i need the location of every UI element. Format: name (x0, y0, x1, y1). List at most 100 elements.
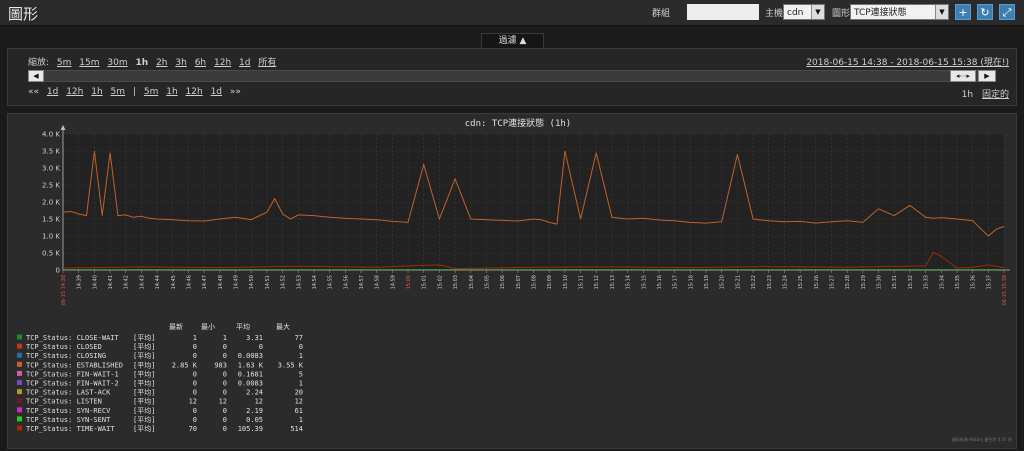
legend-swatch (17, 352, 22, 358)
legend-swatch (17, 407, 22, 413)
legend-function: [平均] (133, 360, 155, 369)
legend-series-name: TCP_Status: LAST-ACK (26, 389, 111, 397)
y-tick-label: 3.0 K (42, 165, 60, 173)
x-tick-label: 15:10 (563, 275, 569, 289)
x-tick-label: 15:11 (579, 275, 585, 289)
legend-series-name: TCP_Status: TIME-WAIT (26, 425, 115, 433)
x-tick-label: 15:27 (829, 275, 835, 289)
x-tick-label: 14:55 (328, 275, 334, 289)
x-tick-label: 15:17 (673, 275, 679, 289)
x-tick-label: 14:39 (77, 275, 83, 289)
legend-value-avg: 2.24 (246, 389, 263, 397)
legend-function: [平均] (133, 333, 155, 342)
y-axis-arrow (60, 125, 66, 130)
x-tick-label: 15:05 (484, 275, 490, 289)
x-tick-label: 15:20 (720, 275, 726, 289)
legend-value-last: 0 (193, 352, 197, 360)
x-tick-label: 15:18 (688, 275, 694, 289)
chart-legend: 最新 最小 平均 最大 TCP_Status: CLOSE-WAIT [平均] 1 1 3.31… (17, 322, 304, 433)
x-tick-label: 15:08 (532, 275, 538, 289)
legend-value-last: 70 (189, 425, 197, 433)
legend-value-avg: 12 (255, 398, 263, 406)
legend-function: [平均] (133, 379, 155, 388)
legend-swatch (17, 370, 22, 376)
legend-value-avg: 0.0083 (238, 380, 263, 388)
legend-function: [平均] (133, 406, 155, 415)
y-tick-label: 4.0 K (42, 131, 60, 139)
legend-function: [平均] (133, 369, 155, 378)
legend-value-max: 0 (299, 343, 303, 351)
legend-value-max: 1 (299, 416, 303, 424)
legend-series-name: TCP_Status: ESTABLISHED (26, 361, 123, 369)
x-tick-label: 14:52 (281, 275, 287, 289)
legend-swatch (17, 425, 22, 431)
legend-swatch (17, 398, 22, 404)
x-tick-label: 14:54 (312, 275, 318, 289)
legend-value-last: 0 (193, 416, 197, 424)
x-tick-label: 15:25 (798, 275, 804, 289)
x-tick-label: 14:58 (375, 275, 381, 289)
x-tick-label: 14:46 (186, 275, 192, 289)
legend-value-min: 0 (223, 425, 227, 433)
legend-series-name: TCP_Status: FIN-WAIT-2 (26, 380, 119, 388)
legend-value-max: 20 (295, 389, 303, 397)
x-tick-label: 15:06 (500, 275, 506, 289)
legend-swatch (17, 343, 22, 349)
legend-function: [平均] (133, 351, 155, 360)
legend-value-min: 0 (223, 416, 227, 424)
x-tick-label: 15:03 (453, 275, 459, 289)
legend-value-max: 1 (299, 352, 303, 360)
x-tick-label: 15:14 (626, 275, 632, 289)
legend-value-last: 2.85 K (172, 361, 198, 369)
x-tick-label: 15:13 (610, 275, 616, 289)
legend-swatch (17, 416, 22, 422)
x-tick-label: 15:29 (861, 275, 867, 289)
chart-title: cdn: TCP連接狀態 (1h) (465, 117, 571, 129)
x-tick-label: 15:34 (939, 275, 945, 289)
legend-series-name: TCP_Status: CLOSE-WAIT (26, 334, 120, 342)
legend-value-last: 0 (193, 407, 197, 415)
chart-footer: 資料來源 History 產生於 0.47 秒 (952, 436, 1012, 442)
legend-header: 最新 (169, 322, 183, 331)
x-tick-label: 15:28 (845, 275, 851, 289)
legend-function: [平均] (133, 424, 155, 433)
legend-swatch (17, 361, 22, 367)
x-tick-label: 14:48 (218, 275, 224, 289)
x-tick-label: 06-15 14:38 (61, 275, 67, 306)
x-tick-label: 14:40 (92, 275, 98, 289)
x-tick-label: 14:51 (265, 275, 271, 289)
x-tick-label: 14:57 (359, 275, 365, 289)
x-tick-label: 15:22 (751, 275, 757, 289)
legend-value-last: 0 (193, 389, 197, 397)
x-tick-label: 15:01 (422, 275, 428, 289)
legend-function: [平均] (133, 397, 155, 406)
legend-header: 平均 (236, 322, 250, 331)
legend-value-last: 12 (189, 398, 197, 406)
x-tick-label: 15:02 (437, 275, 443, 289)
x-tick-label: 15:32 (908, 275, 914, 289)
legend-value-min: 0 (223, 389, 227, 397)
legend-value-max: 77 (295, 334, 303, 342)
legend-series-name: TCP_Status: SYN-SENT (26, 416, 111, 424)
legend-value-avg: 2.19 (246, 407, 263, 415)
legend-value-avg: 0.1681 (238, 370, 263, 378)
x-tick-label: 14:50 (249, 275, 255, 289)
legend-series-name: TCP_Status: LISTEN (26, 398, 102, 406)
x-tick-label: 06-15 15:38 (1002, 275, 1008, 306)
legend-value-max: 1 (299, 380, 303, 388)
y-tick-label: 1.0 K (42, 233, 60, 241)
legend-series-name: TCP_Status: SYN-RECV (26, 407, 111, 415)
legend-value-min: 0 (223, 352, 227, 360)
x-tick-label: 15:37 (986, 275, 992, 289)
y-tick-label: 3.5 K (42, 148, 60, 156)
legend-function: [平均] (133, 342, 155, 351)
legend-value-min: 1 (223, 334, 227, 342)
legend-header: 最小 (201, 322, 215, 331)
x-tick-label: 15:26 (814, 275, 820, 289)
legend-value-min: 0 (223, 380, 227, 388)
x-tick-label: 14:47 (202, 275, 208, 289)
x-tick-label: 15:07 (516, 275, 522, 289)
legend-header: 最大 (276, 322, 290, 331)
legend-value-max: 514 (290, 425, 303, 433)
legend-value-min: 0 (223, 370, 227, 378)
